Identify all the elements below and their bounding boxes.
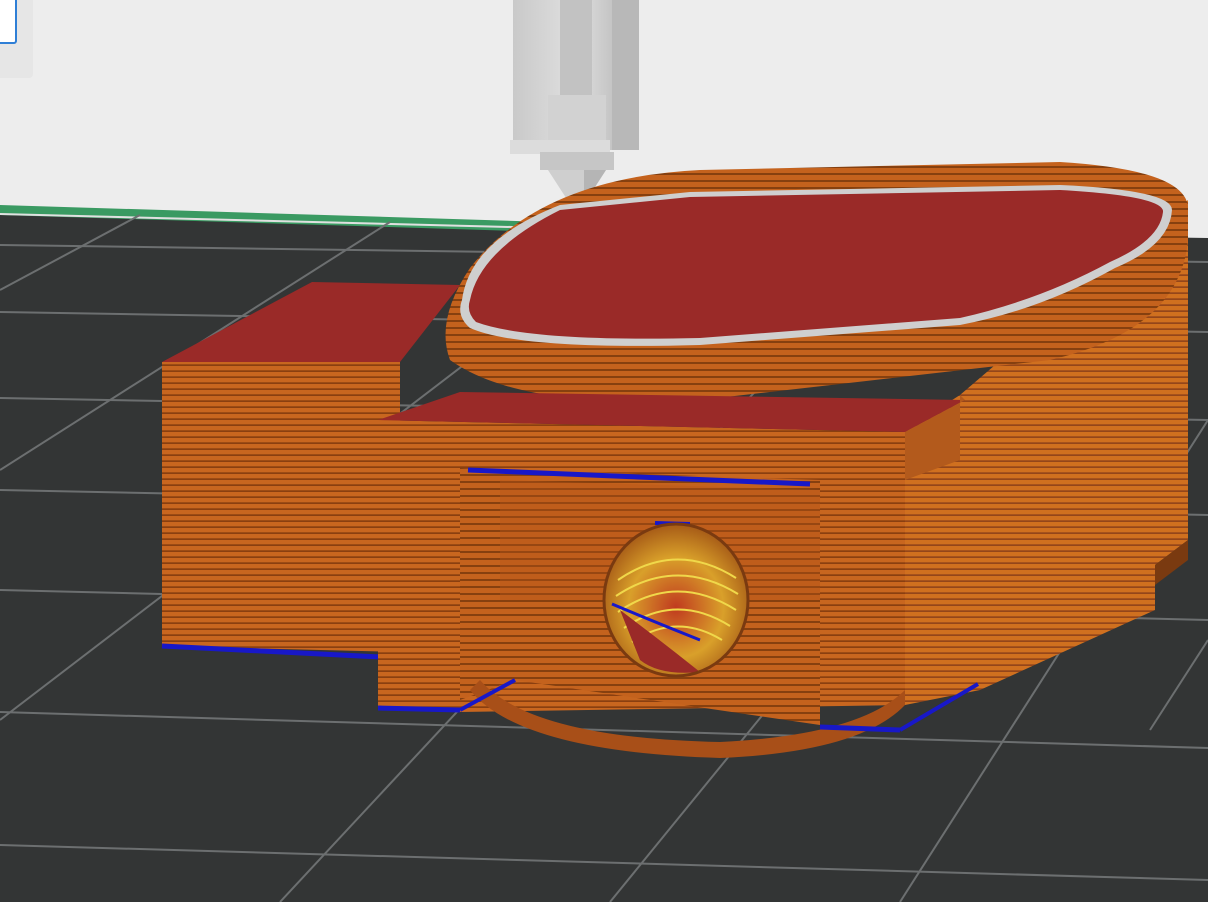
panel-icon[interactable] xyxy=(0,0,17,44)
preview-canvas[interactable] xyxy=(0,0,1208,902)
cylindrical-hole xyxy=(602,522,750,678)
left-block-side xyxy=(162,362,400,652)
collapsed-sidebar-panel[interactable] xyxy=(0,0,33,78)
3d-viewport[interactable] xyxy=(0,0,1208,902)
